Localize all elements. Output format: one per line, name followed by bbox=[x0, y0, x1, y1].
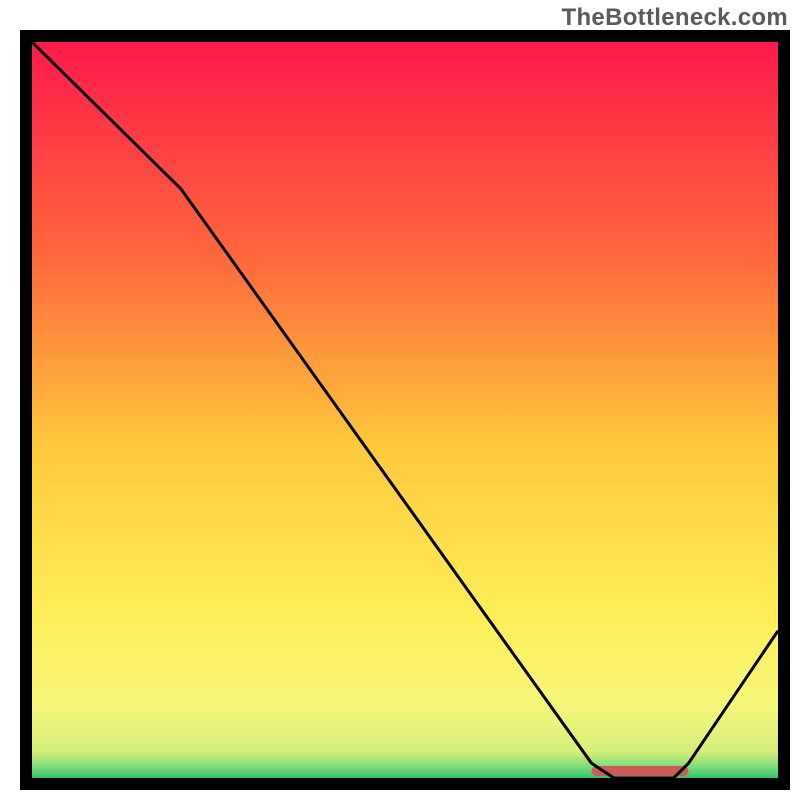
bottleneck-chart bbox=[0, 0, 800, 800]
site-watermark: TheBottleneck.com bbox=[562, 4, 788, 32]
